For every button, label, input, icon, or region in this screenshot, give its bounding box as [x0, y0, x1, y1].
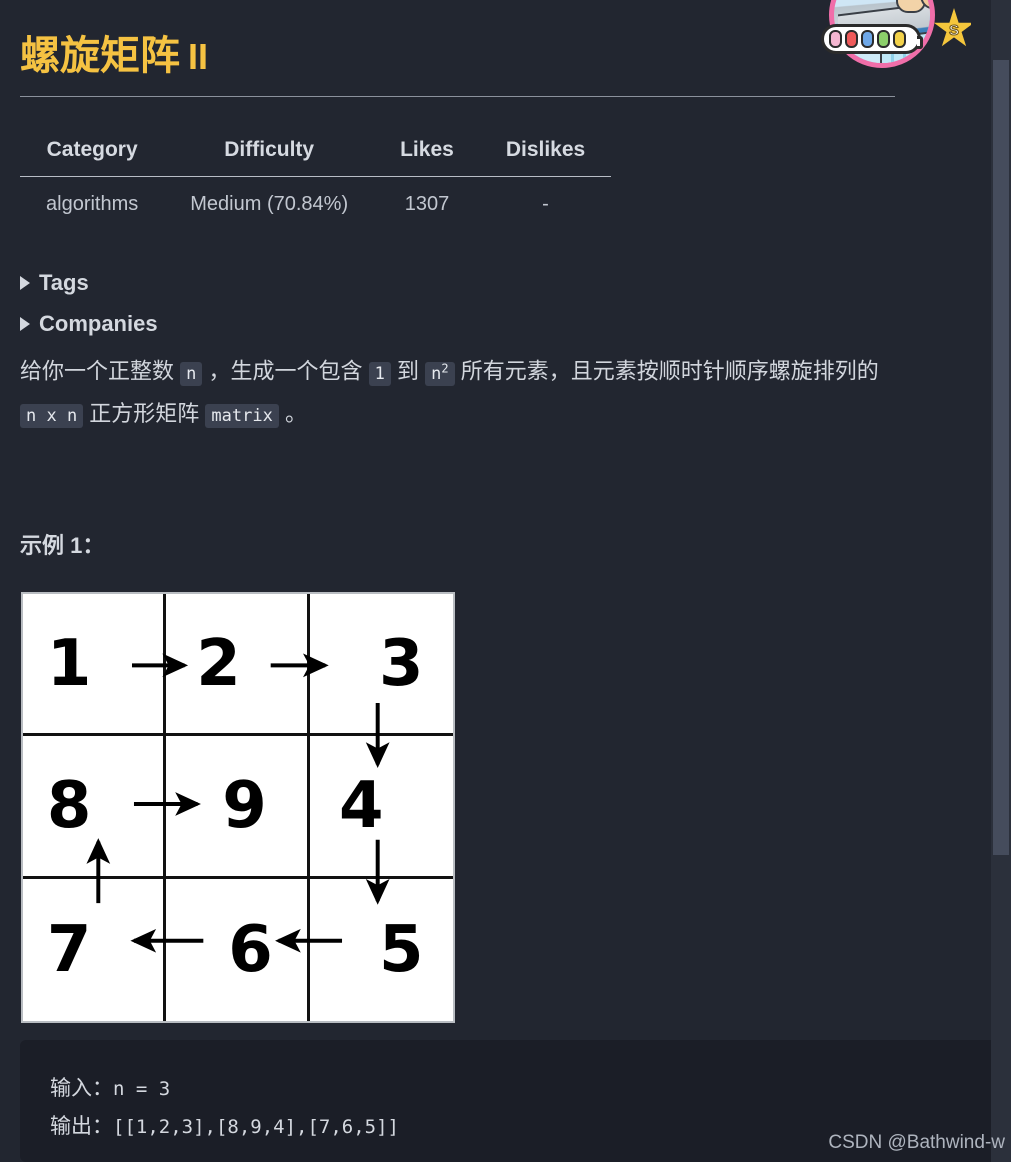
battery-pill-badge — [821, 24, 923, 54]
matrix-cell-0-2: 3 — [309, 594, 453, 737]
cell-category: algorithms — [46, 193, 139, 215]
input-label: 输入： — [50, 1077, 113, 1100]
triangle-right-icon — [20, 276, 30, 290]
column-header-dislikes: Dislikes — [479, 134, 612, 177]
header-divider — [20, 96, 895, 97]
desc-part-6: 。 — [278, 400, 307, 426]
vertical-scrollbar-thumb[interactable] — [993, 60, 1009, 855]
problem-meta-table: Category Difficulty Likes Dislikes algor… — [20, 134, 612, 223]
input-value: n = 3 — [113, 1078, 171, 1100]
matrix-cell-1-1: 9 — [166, 736, 310, 879]
cell-dislikes: - — [542, 193, 549, 215]
matrix-cell-0-1: 2 — [166, 594, 310, 737]
pill-2 — [845, 30, 858, 48]
matrix-value: 7 — [46, 912, 92, 987]
matrix-value: 8 — [46, 768, 92, 843]
code-one: 1 — [368, 361, 391, 386]
pill-1 — [829, 30, 842, 48]
pill-5 — [893, 30, 906, 48]
code-n-squared-base: n — [431, 363, 442, 384]
column-header-category: Category — [20, 134, 165, 177]
vertical-scrollbar-track[interactable] — [991, 0, 1011, 1162]
tags-disclosure[interactable]: Tags — [20, 270, 89, 296]
matrix-cell-2-2: 5 — [310, 879, 453, 1021]
desc-part-1: 给你一个正整数 — [20, 358, 181, 384]
output-value: [[1,2,3],[8,9,4],[7,6,5]] — [113, 1116, 399, 1138]
matrix-value: 6 — [228, 912, 273, 987]
page-title: 螺旋矩阵 II — [20, 23, 208, 81]
problem-description: 给你一个正整数 n ，生成一个包含 1 到 n2 所有元素，且元素按顺时针顺序螺… — [20, 348, 910, 436]
matrix-value: 1 — [46, 626, 92, 701]
cell-likes: 1307 — [404, 193, 450, 215]
battery-tip — [917, 36, 923, 49]
matrix-value: 5 — [379, 912, 424, 987]
star-s-icon: S — [933, 8, 971, 47]
output-label: 输出： — [50, 1115, 113, 1138]
star-s-label: S — [948, 21, 959, 39]
matrix-value: 9 — [222, 768, 267, 843]
page-title-text: 螺旋矩阵 — [20, 34, 180, 78]
pill-4 — [877, 30, 890, 48]
page-title-numeral: II — [188, 36, 209, 77]
matrix-grid: 1 2 3 8 9 4 7 6 5 — [23, 594, 453, 1021]
matrix-cell-2-1: 6 — [166, 878, 310, 1021]
column-header-difficulty: Difficulty — [164, 134, 375, 177]
matrix-value: 3 — [379, 626, 424, 701]
page-content: 螺旋矩阵 II S Category Difficulty Likes Disl… — [0, 0, 991, 1162]
code-matrix: matrix — [205, 403, 279, 428]
avatar-badge: S — [821, 0, 971, 80]
example-heading: 示例 1： — [20, 533, 105, 558]
pill-3 — [861, 30, 874, 48]
matrix-value: 2 — [196, 626, 241, 701]
code-n-squared: n2 — [425, 361, 455, 386]
desc-part-4: 所有元素，且元素按顺时针顺序螺旋排列的 — [454, 358, 879, 384]
watermark: CSDN @Bathwind-w — [828, 1132, 1005, 1153]
matrix-cell-1-0: 8 — [23, 736, 167, 879]
companies-label: Companies — [39, 311, 158, 336]
code-n: n — [180, 361, 203, 386]
column-header-likes: Likes — [374, 134, 480, 177]
code-n-by-n: n x n — [20, 403, 84, 428]
table-row: algorithms Medium (70.84%) 1307 - — [20, 177, 611, 223]
desc-part-5: 正方形矩阵 — [83, 400, 206, 426]
table-header-row: Category Difficulty Likes Dislikes — [20, 134, 612, 177]
triangle-right-icon — [20, 317, 30, 331]
matrix-cell-1-2: 4 — [309, 736, 453, 879]
matrix-cell-2-0: 7 — [23, 878, 167, 1021]
cell-difficulty: Medium (70.84%) — [190, 193, 349, 215]
code-n-squared-exponent: 2 — [441, 361, 449, 375]
desc-part-2: ，生成一个包含 — [202, 358, 369, 384]
spiral-matrix-diagram: 1 2 3 8 9 4 7 6 5 — [21, 592, 455, 1023]
matrix-value: 4 — [339, 768, 384, 843]
code-line-input: 输入：n = 3 — [50, 1070, 991, 1108]
companies-disclosure[interactable]: Companies — [20, 311, 158, 337]
desc-part-3: 到 — [390, 358, 426, 384]
tags-label: Tags — [39, 270, 89, 295]
matrix-cell-0-0: 1 — [23, 594, 167, 737]
